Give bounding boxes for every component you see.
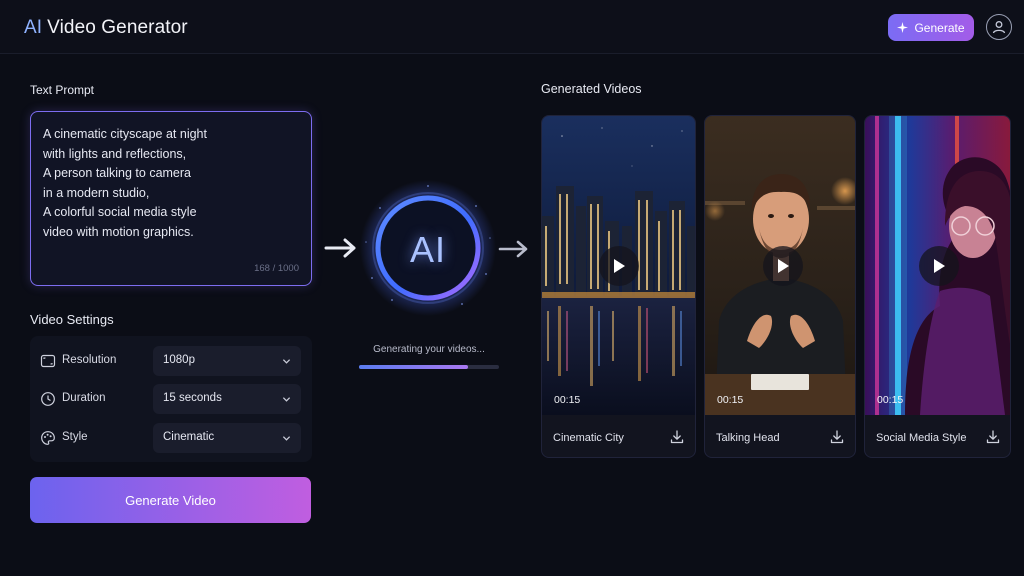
style-label: Style bbox=[62, 431, 88, 443]
download-icon[interactable] bbox=[670, 430, 684, 444]
generate-video-button[interactable]: Generate Video bbox=[30, 477, 311, 523]
resolution-value: 1080p bbox=[163, 354, 195, 366]
prompt-label: Text Prompt bbox=[30, 83, 95, 97]
prompt-textarea[interactable]: A cinematic cityscape at night with ligh… bbox=[30, 111, 312, 286]
header-generate-button[interactable]: Generate bbox=[888, 14, 974, 41]
user-icon bbox=[992, 21, 1006, 34]
download-icon[interactable] bbox=[830, 430, 844, 444]
play-icon bbox=[934, 259, 945, 273]
settings-panel: Resolution 1080p Duration 15 seconds Sty… bbox=[30, 336, 312, 462]
video-thumbnail[interactable]: 00:15 bbox=[705, 116, 855, 415]
duration-value: 15 seconds bbox=[163, 392, 222, 404]
palette-icon bbox=[41, 431, 55, 445]
play-button[interactable] bbox=[919, 246, 959, 286]
setting-row-duration: Duration 15 seconds bbox=[30, 384, 312, 414]
chevron-down-icon bbox=[282, 436, 291, 441]
download-icon[interactable] bbox=[986, 430, 1000, 444]
video-title: Social Media Style bbox=[876, 432, 967, 444]
video-title: Cinematic City bbox=[553, 432, 624, 444]
app-header: AI Video Generator Generate bbox=[0, 0, 1024, 54]
video-duration: 00:15 bbox=[877, 394, 904, 406]
video-card[interactable]: 00:15 Talking Head bbox=[704, 115, 856, 458]
user-avatar-button[interactable] bbox=[986, 14, 1012, 40]
duration-label: Duration bbox=[62, 392, 106, 404]
video-thumbnail[interactable]: 00:15 bbox=[542, 116, 695, 415]
play-icon bbox=[614, 259, 625, 273]
app-title: AI Video Generator bbox=[24, 17, 188, 39]
progress-fill bbox=[359, 365, 469, 369]
video-card[interactable]: 00:15 Social Media Style bbox=[864, 115, 1011, 458]
resolution-icon bbox=[40, 354, 56, 368]
video-settings-title: Video Settings bbox=[30, 312, 114, 327]
generated-videos-title: Generated Videos bbox=[541, 82, 642, 96]
arrow-right-icon bbox=[324, 238, 356, 258]
video-title: Talking Head bbox=[716, 432, 780, 444]
sparkle-icon bbox=[897, 22, 909, 33]
video-card[interactable]: 00:15 Cinematic City bbox=[541, 115, 696, 458]
chevron-down-icon bbox=[282, 397, 291, 402]
play-icon bbox=[778, 259, 789, 273]
ai-orb-label: AI bbox=[409, 229, 446, 270]
style-value: Cinematic bbox=[163, 431, 215, 443]
app-title-ai: AI bbox=[24, 17, 43, 38]
video-thumbnail[interactable]: 00:15 bbox=[865, 116, 1010, 415]
setting-row-style: Style Cinematic bbox=[30, 423, 312, 453]
video-duration: 00:15 bbox=[554, 394, 581, 406]
generation-status: Generating your videos... bbox=[373, 344, 485, 355]
resolution-select[interactable]: 1080p bbox=[153, 346, 301, 376]
chevron-down-icon bbox=[282, 359, 291, 364]
play-button[interactable] bbox=[763, 246, 803, 286]
clock-icon bbox=[41, 392, 55, 406]
header-generate-label: Generate bbox=[914, 20, 965, 35]
character-counter: 168 / 1000 bbox=[254, 263, 299, 274]
video-duration: 00:15 bbox=[717, 394, 744, 406]
style-select[interactable]: Cinematic bbox=[153, 423, 301, 453]
resolution-label: Resolution bbox=[62, 354, 117, 366]
generation-progress-bar bbox=[359, 365, 499, 369]
duration-select[interactable]: 15 seconds bbox=[153, 384, 301, 414]
arrow-right-icon bbox=[498, 240, 528, 258]
setting-row-resolution: Resolution 1080p bbox=[30, 346, 312, 376]
play-button[interactable] bbox=[599, 246, 639, 286]
app-title-text: Video Generator bbox=[47, 17, 188, 38]
prompt-text[interactable]: A cinematic cityscape at night with ligh… bbox=[43, 125, 298, 243]
